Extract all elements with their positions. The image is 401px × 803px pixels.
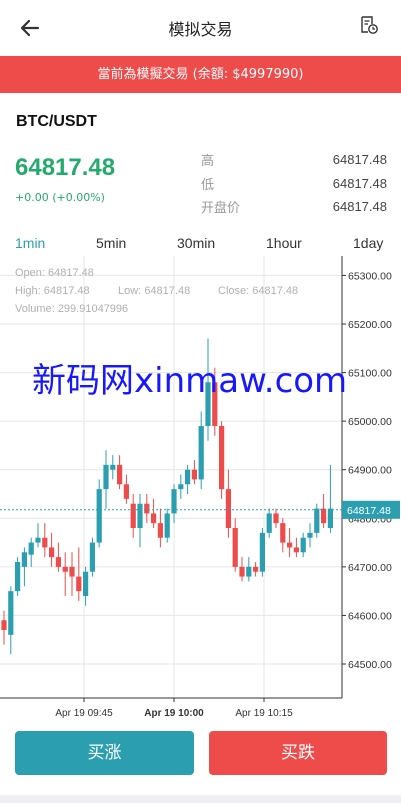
candle-body [246, 566, 252, 577]
buy-down-button[interactable]: 买跌 [209, 731, 387, 775]
candle-body [1, 620, 7, 630]
ohlc-open: Open: 64817.48 [15, 267, 94, 279]
stat-high-value: 64817.48 [332, 152, 387, 167]
ohlc-low: Low: 64817.48 [118, 285, 191, 297]
ohlc-high: High: 64817.48 [15, 285, 90, 297]
candle-body [55, 557, 61, 567]
candle-body [137, 503, 143, 528]
tab-30min[interactable]: 30min [177, 235, 215, 251]
top-bar: 模拟交易 [0, 0, 401, 56]
y-tick-label: 64900.00 [348, 465, 392, 477]
x-tick-label: Apr 19 10:15 [235, 708, 293, 719]
current-price: 64817.48 [15, 154, 116, 181]
simulation-balance-banner: 當前為模擬交易 (余額: $4997990) [0, 56, 401, 93]
candle-body [103, 464, 109, 490]
candle-body [232, 528, 238, 567]
y-tick-label: 64500.00 [348, 659, 392, 671]
candle-body [300, 537, 306, 553]
candle-body [321, 508, 327, 524]
candle-body [239, 566, 245, 577]
candle-body [164, 513, 170, 538]
candle-body [21, 552, 27, 567]
tab-1min[interactable]: 1min [15, 235, 45, 251]
candle-body [225, 489, 231, 528]
y-tick-label: 64700.00 [348, 562, 392, 574]
stat-low-label: 低 [201, 178, 215, 193]
stat-open-value: 64817.48 [332, 199, 387, 214]
candle-body [151, 513, 157, 524]
candle-body [253, 566, 259, 572]
candle-body [89, 542, 95, 572]
y-tick-label: 65200.00 [348, 319, 392, 331]
y-tick-label: 65000.00 [348, 416, 392, 428]
stat-low-value: 64817.48 [332, 176, 387, 191]
ohlc-close: Close: 64817.48 [218, 285, 299, 297]
candle-body [35, 537, 41, 543]
candle-body [314, 508, 320, 533]
candle-body [110, 464, 116, 470]
candlestick-chart[interactable]: 65300.00 65200.00 65100.00 65000.00 64900.00… [0, 256, 401, 726]
candle-body [42, 537, 48, 548]
candle-body [76, 576, 82, 592]
candle-body [8, 591, 14, 635]
stat-open-label: 开盘价 [201, 201, 241, 216]
candle-body [293, 547, 299, 553]
candle-body [273, 513, 279, 524]
candle-body [49, 547, 55, 558]
y-tick-label: 65100.00 [348, 368, 392, 380]
candle-body [280, 523, 286, 543]
page-title: 模拟交易 [168, 20, 233, 39]
candle-body [307, 532, 313, 538]
ohlc-volume: Volume: 299.91047996 [15, 303, 129, 315]
candle-body [123, 484, 129, 499]
price-change: +0.00 (+0.00%) [15, 191, 105, 204]
candle-body [198, 426, 204, 480]
candle-body [28, 542, 34, 555]
y-tick-label: 64600.00 [348, 610, 392, 622]
candle-body [62, 566, 68, 572]
candle-body [83, 571, 89, 596]
tab-1day[interactable]: 1day [353, 235, 383, 251]
candle-body [15, 562, 21, 592]
candle-body [117, 464, 123, 485]
candle-body [287, 542, 293, 548]
candle-body [219, 426, 225, 490]
bottom-bar [0, 795, 401, 803]
candle-body [327, 508, 333, 528]
history-icon[interactable] [359, 15, 379, 35]
x-tick-label: Apr 19 10:00 [144, 708, 204, 719]
candle-body [144, 503, 150, 514]
trading-pair: BTC/USDT [16, 113, 97, 130]
y-tick-label: 65300.00 [348, 270, 392, 282]
candle-body [191, 469, 197, 480]
candle-body [130, 503, 136, 528]
candle-body [96, 489, 102, 543]
candle-body [185, 469, 191, 485]
candle-body [266, 513, 272, 533]
tab-1hour[interactable]: 1hour [266, 235, 302, 251]
candle-body [259, 532, 265, 572]
candle-body [178, 484, 184, 490]
tab-5min[interactable]: 5min [96, 235, 126, 251]
watermark-text: 新码网xinmaw.com [32, 361, 348, 401]
buy-up-button[interactable]: 买涨 [15, 731, 194, 775]
candle-body [157, 523, 163, 538]
current-price-label: 64817.48 [347, 505, 391, 517]
stat-high-label: 高 [201, 154, 215, 169]
x-tick-label: Apr 19 09:45 [55, 708, 113, 719]
candle-body [69, 566, 75, 577]
